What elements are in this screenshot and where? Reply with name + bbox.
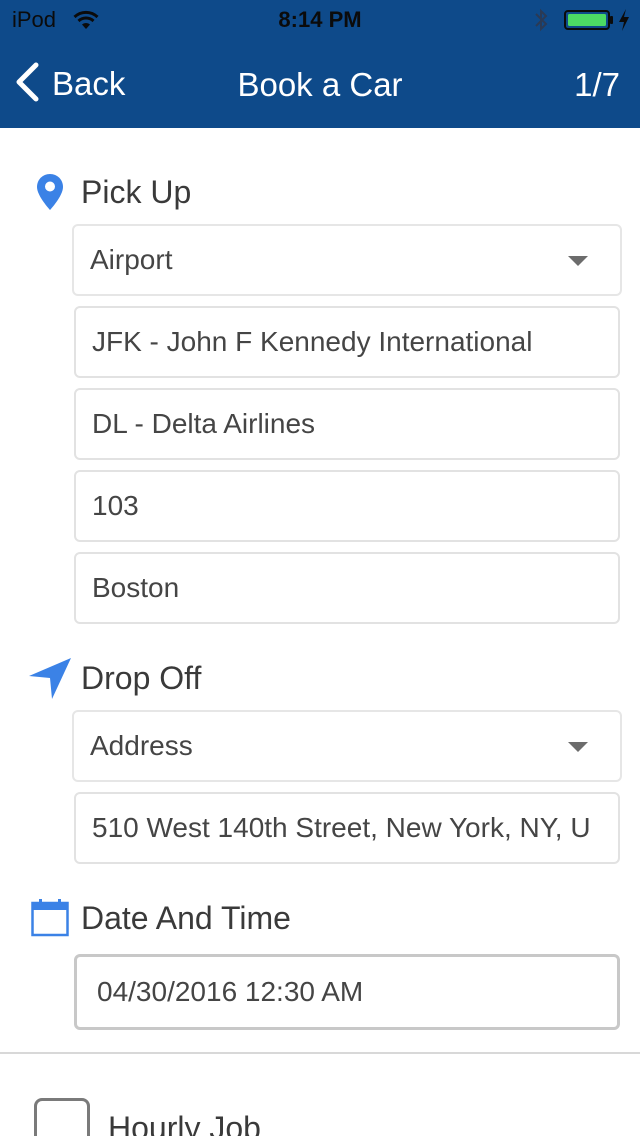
pickup-airline-field[interactable]: DL - Delta Airlines — [74, 388, 620, 460]
pickup-origin-value: Boston — [92, 572, 180, 603]
datetime-header: Date And Time — [28, 896, 291, 940]
dropoff-address-field[interactable]: 510 West 140th Street, New York, NY, U — [74, 792, 620, 864]
datetime-title: Date And Time — [81, 899, 291, 936]
pickup-type-select[interactable]: Airport — [72, 224, 622, 296]
pickup-airport-field[interactable]: JFK - John F Kennedy International — [74, 306, 620, 378]
bluetooth-icon — [534, 8, 548, 37]
dropoff-type-select[interactable]: Address — [72, 710, 622, 782]
section-divider — [0, 1052, 640, 1054]
step-indicator: 1/7 — [574, 66, 620, 103]
pickup-origin-field[interactable]: Boston — [74, 552, 620, 624]
hourly-job-checkbox[interactable] — [34, 1098, 90, 1136]
page-title: Book a Car — [237, 66, 403, 103]
hourly-job-label: Hourly Job — [108, 1110, 261, 1136]
dropoff-address-value: 510 West 140th Street, New York, NY, U — [92, 812, 591, 843]
datetime-field[interactable]: 04/30/2016 12:30 AM — [74, 954, 620, 1030]
pickup-header: Pick Up — [28, 170, 191, 214]
battery-icon — [564, 10, 616, 35]
dropdown-arrow-icon — [568, 742, 588, 752]
map-pin-icon — [28, 170, 72, 214]
status-bar: iPod 8:14 PM — [0, 0, 640, 40]
pickup-flight-value: 103 — [92, 490, 139, 521]
pickup-title: Pick Up — [81, 173, 192, 210]
hourly-job-option[interactable]: Hourly Job — [34, 1098, 261, 1136]
navigation-arrow-icon — [28, 656, 72, 700]
pickup-flight-field[interactable]: 103 — [74, 470, 620, 542]
dropoff-header: Drop Off — [28, 656, 201, 700]
calendar-icon — [28, 896, 72, 940]
pickup-type-value: Airport — [90, 244, 173, 275]
dropoff-title: Drop Off — [81, 659, 202, 696]
navigation-bar: Back Book a Car 1/7 — [0, 40, 640, 128]
datetime-value: 04/30/2016 12:30 AM — [97, 976, 364, 1007]
dropoff-type-value: Address — [90, 730, 193, 761]
pickup-airport-value: JFK - John F Kennedy International — [92, 326, 533, 357]
pickup-airline-value: DL - Delta Airlines — [92, 408, 316, 439]
dropdown-arrow-icon — [568, 256, 588, 266]
charging-icon — [618, 8, 630, 37]
